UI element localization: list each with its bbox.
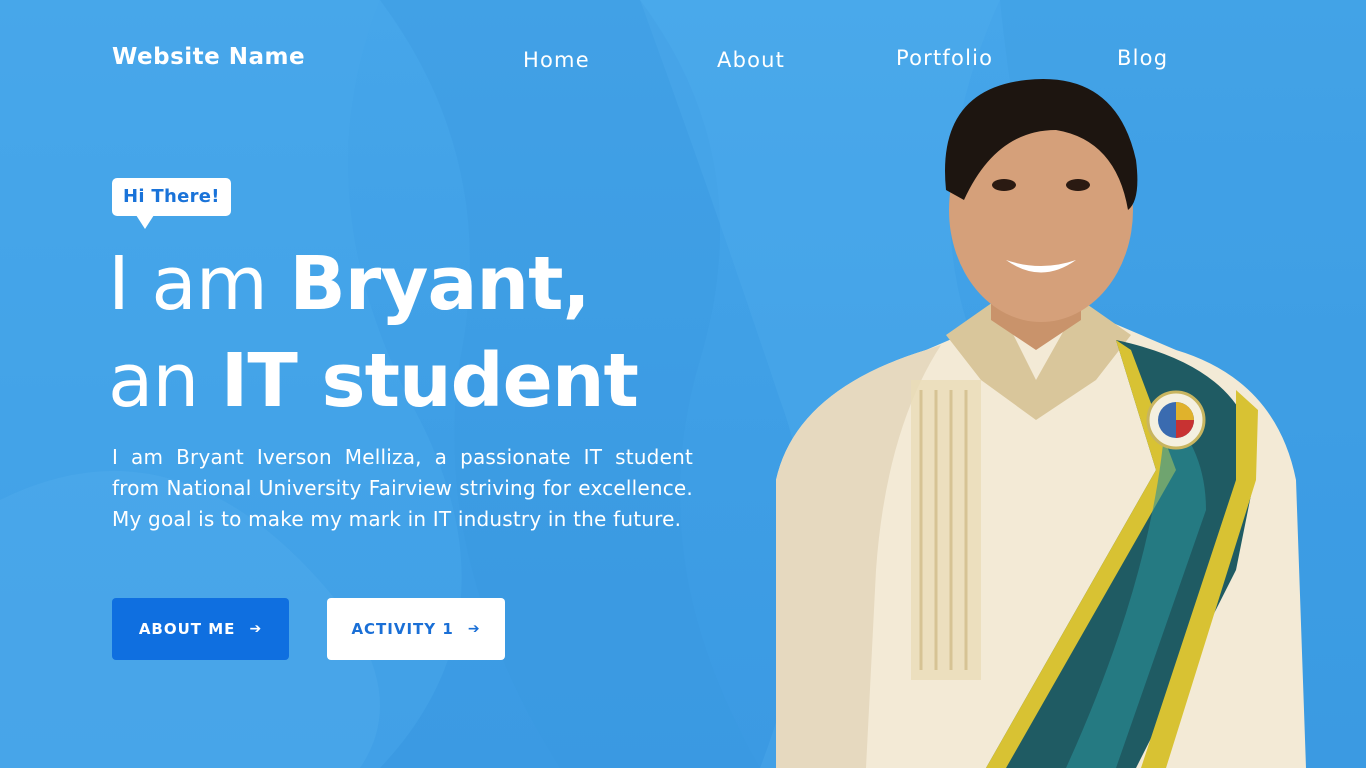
headline-line1-regular: I am bbox=[108, 241, 290, 327]
hero-intro-text: I am Bryant Iverson Melliza, a passionat… bbox=[112, 445, 693, 531]
activity-1-button-label: ACTIVITY 1 bbox=[351, 620, 454, 638]
headline-name: Bryant, bbox=[289, 241, 590, 327]
hero-headline: I am Bryant, an IT student bbox=[108, 236, 639, 430]
arrow-right-icon: ➔ bbox=[467, 621, 481, 637]
website-name[interactable]: Website Name bbox=[112, 42, 305, 72]
about-me-button-label: ABOUT ME bbox=[138, 620, 236, 638]
about-me-button[interactable]: ABOUT ME ➔ bbox=[112, 598, 289, 660]
arrow-right-icon: ➔ bbox=[249, 621, 263, 637]
greeting-bubble-tail bbox=[136, 215, 154, 229]
greeting-bubble: Hi There! bbox=[112, 178, 231, 216]
headline-role: IT student bbox=[220, 338, 639, 424]
nav-home-link[interactable]: Home bbox=[523, 46, 590, 74]
headline-line2-regular: an bbox=[108, 338, 221, 424]
portrait-photo bbox=[776, 79, 1306, 768]
activity-1-button[interactable]: ACTIVITY 1 ➔ bbox=[327, 598, 505, 660]
